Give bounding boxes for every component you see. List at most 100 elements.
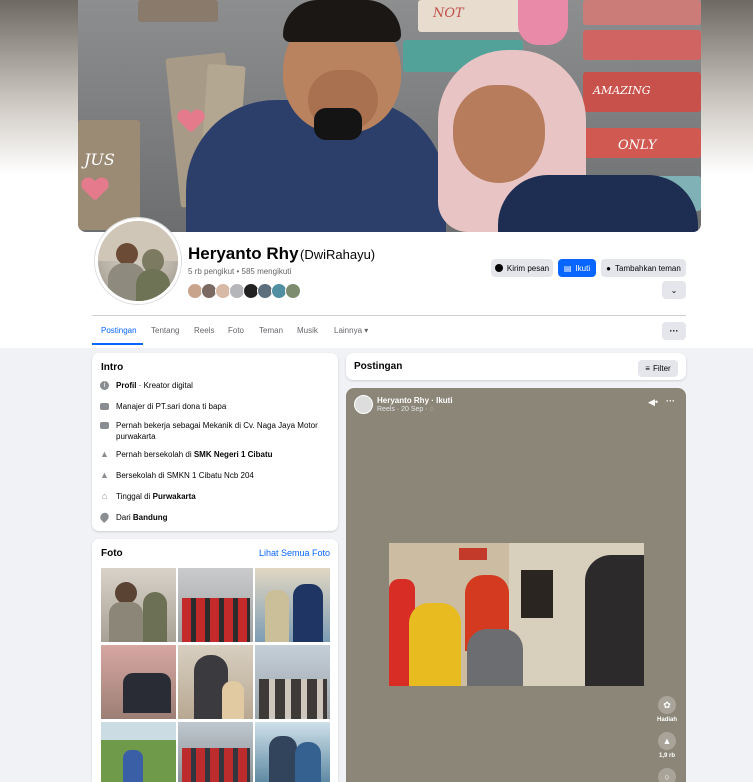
intro-profile-text: Profil · Kreator digital xyxy=(116,381,193,390)
messenger-icon xyxy=(494,264,503,272)
filter-button-label: Filter xyxy=(652,364,671,373)
message-button[interactable]: Kirim pesan xyxy=(491,259,553,277)
add-friend-button-label: Tambahkan teman xyxy=(615,263,681,273)
photo-thumbnail[interactable] xyxy=(178,645,253,719)
tab-music[interactable]: Musik xyxy=(297,326,318,335)
tab-more[interactable]: Lainnya ▾ xyxy=(334,326,368,335)
heart-decoration xyxy=(82,178,108,202)
info-icon: i xyxy=(100,381,109,390)
tab-reels[interactable]: Reels xyxy=(194,326,214,335)
photo-person xyxy=(293,584,323,642)
comment-button[interactable]: ○ xyxy=(658,768,676,782)
woman-face xyxy=(453,85,545,183)
photo-person xyxy=(123,750,143,782)
home-icon: ⌂ xyxy=(101,491,108,501)
header-divider xyxy=(92,315,686,316)
posts-header-card: Postingan ≡ Filter xyxy=(346,353,686,380)
like-button[interactable]: ▲ xyxy=(658,732,676,750)
photo-person xyxy=(222,681,244,719)
gift-icon: ✿ xyxy=(663,699,671,710)
intro-profile: i Profil · Kreator digital xyxy=(100,380,193,391)
wood-sign xyxy=(78,120,140,230)
wood-sign xyxy=(518,0,568,45)
cover-photo[interactable]: JUS NOT ONLY AMAZING xyxy=(78,0,701,232)
profile-avatar[interactable] xyxy=(95,218,181,304)
wood-sign xyxy=(583,0,701,25)
photo-thumbnail[interactable] xyxy=(178,722,253,782)
sign-text: JUS xyxy=(84,150,115,169)
reel-post[interactable]: Heryanto Rhy · Ikuti Reels · 20 Sep · ◌ … xyxy=(346,388,686,782)
photo-thumbnail[interactable] xyxy=(255,645,330,719)
more-icon[interactable]: ··· xyxy=(666,396,675,406)
photo-person xyxy=(109,602,143,642)
intro-school-2-text: Bersekolah di SMKN 1 Cibatu Ncb 204 xyxy=(116,471,254,480)
filter-button[interactable]: ≡ Filter xyxy=(638,360,678,377)
photo-person xyxy=(143,592,167,642)
avatar-person xyxy=(136,269,170,301)
follower-counts[interactable]: 5 rb pengikut • 585 mengikuti xyxy=(188,267,291,276)
photo-group xyxy=(259,679,327,719)
avatar-wall xyxy=(98,221,178,261)
chevron-down-icon: ⌄ xyxy=(670,285,678,295)
intro-job: Manajer di PT.sari dona ti bapa xyxy=(100,401,226,412)
graduation-cap-icon: ▲ xyxy=(100,449,109,459)
wood-sign xyxy=(583,30,701,60)
briefcase-icon xyxy=(100,422,109,429)
video-person xyxy=(585,555,644,686)
gift-button[interactable]: ✿ xyxy=(658,696,676,714)
intro-from: Dari Bandung xyxy=(98,510,168,524)
like-count: 1,9 rb xyxy=(658,753,675,759)
profile-name: Heryanto Rhy xyxy=(188,244,299,263)
video-person xyxy=(467,629,523,686)
photos-title: Foto xyxy=(101,548,123,559)
photo-person xyxy=(295,742,321,782)
video-person xyxy=(409,603,461,686)
photo-person xyxy=(265,590,289,642)
graduation-cap-icon: ▲ xyxy=(100,470,109,480)
avatar-person xyxy=(116,243,138,265)
sign-text: NOT xyxy=(433,6,464,21)
add-friend-button[interactable]: ● Tambahkan teman xyxy=(601,259,686,277)
see-all-photos-link[interactable]: Lihat Semua Foto xyxy=(259,548,330,558)
video-sign xyxy=(459,548,487,560)
tab-photos[interactable]: Foto xyxy=(228,326,244,335)
photo-thumbnail[interactable] xyxy=(255,722,330,782)
follow-button[interactable]: ▤ Ikuti xyxy=(558,259,596,277)
tab-about[interactable]: Tentang xyxy=(151,326,179,335)
reel-author[interactable]: Heryanto Rhy · Ikuti xyxy=(377,396,453,405)
mute-icon[interactable]: ◀• xyxy=(648,397,658,408)
expand-button[interactable]: ⌄ xyxy=(662,281,686,299)
photo-thumbnail[interactable] xyxy=(178,568,253,642)
tab-posts[interactable]: Postingan xyxy=(101,326,137,335)
sign-text: ONLY xyxy=(618,138,657,153)
photo-person xyxy=(115,582,137,604)
photo-thumbnail[interactable] xyxy=(255,568,330,642)
tab-friends[interactable]: Teman xyxy=(259,326,283,335)
follow-button-label: Ikuti xyxy=(575,263,591,273)
photo-thumbnail[interactable] xyxy=(101,645,176,719)
intro-from-text: Dari Bandung xyxy=(116,513,168,522)
friend-avatar[interactable] xyxy=(285,283,301,299)
heart-decoration xyxy=(178,110,204,134)
photo-thumbnail[interactable] xyxy=(101,722,176,782)
message-button-label: Kirim pesan xyxy=(506,263,550,273)
intro-card: Intro i Profil · Kreator digital Manajer… xyxy=(92,353,338,531)
intro-job-text: Manajer di PT.sari dona ti bapa xyxy=(116,402,227,411)
follow-icon: ▤ xyxy=(563,263,572,273)
reel-video[interactable] xyxy=(389,543,644,686)
intro-past-job-text: Pernah bekerja sebagai Mekanik di Cv. Na… xyxy=(116,421,318,441)
intro-title: Intro xyxy=(101,362,124,373)
intro-school-2: ▲ Bersekolah di SMKN 1 Cibatu Ncb 204 xyxy=(100,470,254,481)
video-poster xyxy=(521,570,553,618)
profile-header: JUS NOT ONLY AMAZING Heryanto Rhy (DwiRa… xyxy=(0,0,753,348)
photo-thumbnail[interactable] xyxy=(101,568,176,642)
like-icon: ▲ xyxy=(662,736,672,746)
more-options-button[interactable]: ··· xyxy=(662,322,686,340)
intro-lives-in: ⌂ Tinggal di Purwakarta xyxy=(100,491,196,502)
intro-school-1-text: Pernah bersekolah di SMK Negeri 1 Cibatu xyxy=(116,450,273,459)
reel-author-avatar[interactable] xyxy=(354,395,373,414)
active-tab-indicator xyxy=(92,343,143,345)
intro-past-job: Pernah bekerja sebagai Mekanik di Cv. Na… xyxy=(100,420,325,442)
wood-sign xyxy=(138,0,218,22)
photo-group xyxy=(182,748,250,782)
